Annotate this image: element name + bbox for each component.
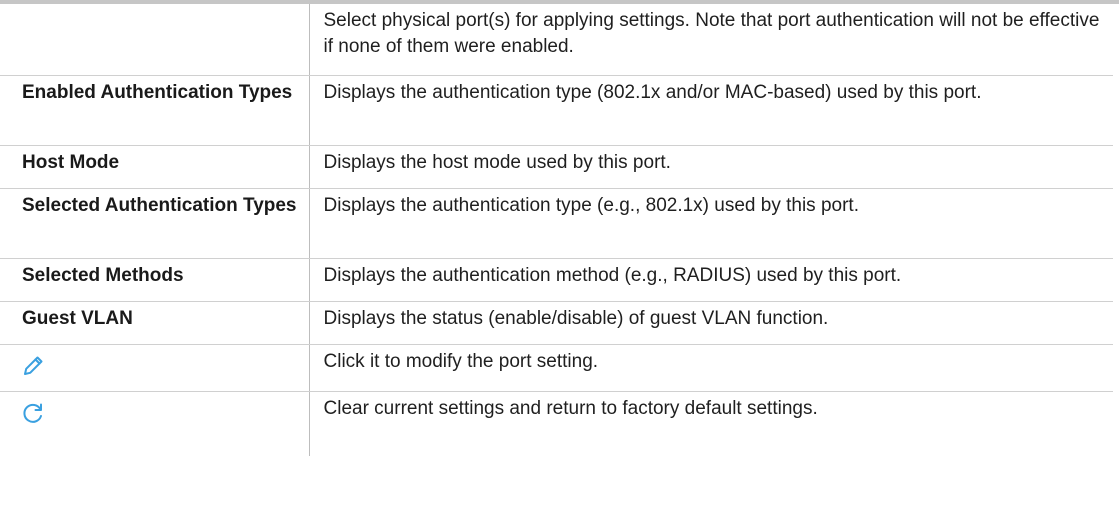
row-description: Select physical port(s) for applying set… — [308, 4, 1113, 76]
row-description: Displays the host mode used by this port… — [308, 145, 1113, 189]
table-row: Click it to modify the port setting. — [0, 344, 1113, 392]
row-label: Selected Methods — [0, 258, 309, 302]
table-row: Clear current settings and return to fac… — [0, 391, 1113, 456]
row-description: Displays the authentication method (e.g.… — [308, 258, 1113, 302]
table-row: Enabled Authentication Types Displays th… — [0, 75, 1113, 146]
settings-description-table: Select physical port(s) for applying set… — [0, 4, 1113, 456]
row-label — [0, 391, 309, 456]
table-row: Selected Authentication Types Displays t… — [0, 188, 1113, 259]
table-row: Selected Methods Displays the authentica… — [0, 258, 1113, 302]
row-description: Displays the authentication type (802.1x… — [308, 75, 1113, 146]
row-description: Displays the status (enable/disable) of … — [308, 301, 1113, 345]
table-row: Guest VLAN Displays the status (enable/d… — [0, 301, 1113, 345]
table-row: Select physical port(s) for applying set… — [0, 4, 1113, 76]
row-label — [0, 344, 309, 392]
row-label: Selected Authentication Types — [0, 188, 309, 259]
table-row: Host Mode Displays the host mode used by… — [0, 145, 1113, 189]
row-description: Click it to modify the port setting. — [308, 344, 1113, 392]
row-label: Host Mode — [0, 145, 309, 189]
row-description: Clear current settings and return to fac… — [308, 391, 1113, 456]
refresh-reset-icon — [20, 400, 46, 426]
row-label: Enabled Authentication Types — [0, 75, 309, 146]
row-label — [0, 4, 309, 76]
pencil-edit-icon — [20, 353, 46, 379]
row-description: Displays the authentication type (e.g., … — [308, 188, 1113, 259]
row-label: Guest VLAN — [0, 301, 309, 345]
